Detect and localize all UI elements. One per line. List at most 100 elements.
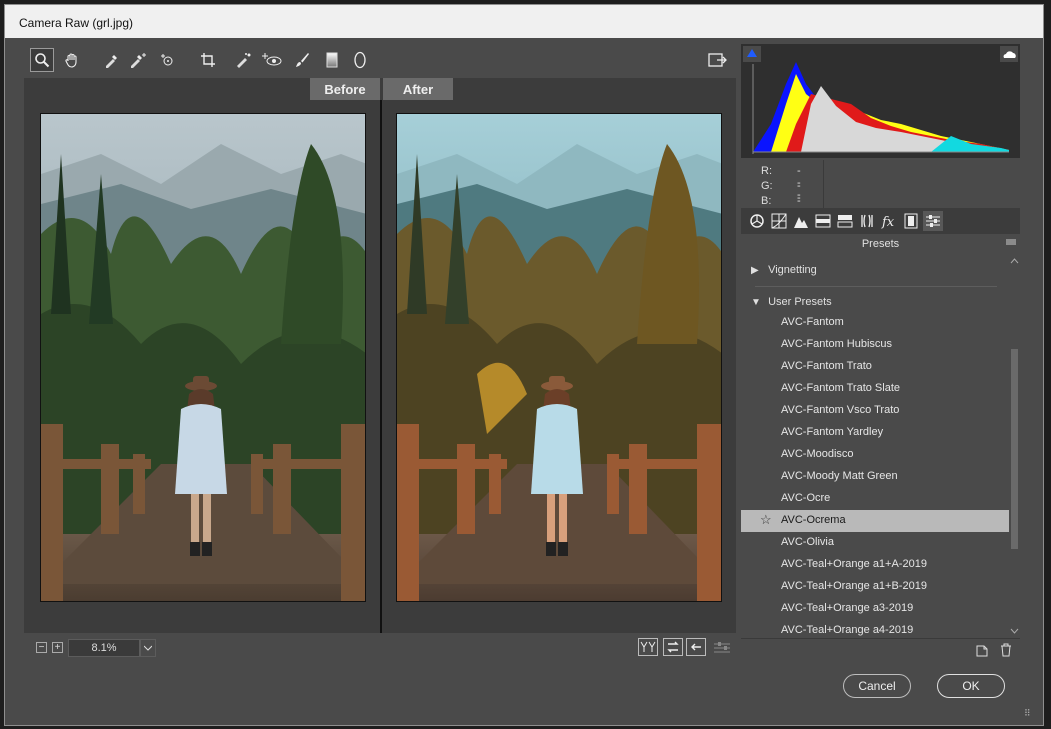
spot-removal-icon[interactable] bbox=[232, 48, 256, 72]
before-photo bbox=[40, 113, 366, 602]
preset-item[interactable]: AVC-Teal+Orange a1+A-2019 bbox=[741, 554, 1009, 576]
trash-icon[interactable] bbox=[999, 643, 1013, 660]
white-balance-icon[interactable] bbox=[100, 48, 124, 72]
effects-icon[interactable]: fx bbox=[879, 211, 899, 231]
preset-label: AVC-Fantom bbox=[781, 316, 844, 328]
preset-item[interactable]: AVC-Ocre bbox=[741, 488, 1009, 510]
swap-settings-button[interactable] bbox=[663, 638, 683, 656]
open-preferences-icon[interactable] bbox=[706, 48, 730, 72]
copy-left-icon bbox=[691, 643, 701, 651]
preset-label: AVC-Moody Matt Green bbox=[781, 470, 898, 482]
chevron-right-icon: ▶ bbox=[751, 265, 759, 276]
preset-label: AVC-Ocre bbox=[781, 492, 831, 504]
radial-filter-icon[interactable] bbox=[348, 48, 372, 72]
new-preset-icon[interactable] bbox=[975, 643, 989, 660]
before-after-icon bbox=[640, 641, 656, 652]
preset-item[interactable]: AVC-Fantom Hubiscus bbox=[741, 334, 1009, 356]
preset-label: AVC-Olivia bbox=[781, 536, 834, 548]
group-user-presets[interactable]: ▼ User Presets bbox=[751, 296, 832, 308]
g-readout: G: --- bbox=[761, 180, 801, 216]
hand-icon[interactable] bbox=[60, 48, 84, 72]
preset-label: AVC-Teal+Orange a4-2019 bbox=[781, 624, 914, 636]
preset-item[interactable]: AVC-Fantom Vsco Trato bbox=[741, 400, 1009, 422]
preset-item[interactable]: AVC-Teal+Orange a1+B-2019 bbox=[741, 576, 1009, 598]
preset-label: AVC-Teal+Orange a3-2019 bbox=[781, 602, 914, 614]
hsl-icon[interactable] bbox=[813, 211, 833, 231]
crop-icon[interactable] bbox=[196, 48, 220, 72]
group-label: Vignetting bbox=[768, 264, 817, 276]
split-toning-icon[interactable] bbox=[835, 211, 855, 231]
presets-icon[interactable] bbox=[923, 211, 943, 231]
r-label: R: bbox=[761, 165, 772, 177]
basic-icon[interactable] bbox=[747, 211, 767, 231]
before-after-views-button[interactable] bbox=[638, 638, 658, 656]
toggle-settings-icon[interactable] bbox=[710, 636, 734, 660]
presets-header: Presets bbox=[741, 235, 1020, 253]
preset-item[interactable]: AVC-Teal+Orange a3-2019 bbox=[741, 598, 1009, 620]
histogram bbox=[741, 44, 1020, 158]
lens-corrections-icon[interactable] bbox=[857, 211, 877, 231]
preset-label: AVC-Teal+Orange a1+B-2019 bbox=[781, 580, 927, 592]
preset-item[interactable]: AVC-Moody Matt Green bbox=[741, 466, 1009, 488]
preset-item-selected[interactable]: ☆ AVC-Ocrema bbox=[741, 510, 1009, 532]
preset-label: AVC-Fantom Vsco Trato bbox=[781, 404, 900, 416]
tone-curve-icon[interactable] bbox=[769, 211, 789, 231]
presets-title: Presets bbox=[861, 238, 900, 250]
preset-item[interactable]: AVC-Fantom Yardley bbox=[741, 422, 1009, 444]
adjustment-brush-icon[interactable] bbox=[290, 48, 314, 72]
swap-icon bbox=[667, 641, 679, 653]
presets-list: ▶ Vignetting ▼ User Presets AVC-Fantom A… bbox=[741, 254, 1020, 638]
panel-menu-icon[interactable] bbox=[1006, 235, 1016, 253]
preset-label: AVC-Fantom Trato bbox=[781, 360, 872, 372]
zoom-dropdown[interactable] bbox=[140, 639, 156, 657]
split-divider bbox=[380, 100, 382, 633]
group-label: User Presets bbox=[768, 296, 832, 308]
graduated-filter-icon[interactable] bbox=[320, 48, 344, 72]
detail-icon[interactable] bbox=[791, 211, 811, 231]
preset-label: AVC-Fantom Hubiscus bbox=[781, 338, 893, 350]
preset-label: AVC-Fantom Trato Slate bbox=[781, 382, 901, 394]
toolbar bbox=[24, 46, 736, 76]
preview-footer: − + 8.1% bbox=[24, 636, 736, 660]
preset-label: AVC-Ocrema bbox=[781, 514, 846, 526]
star-icon[interactable]: ☆ bbox=[760, 512, 772, 528]
preset-item[interactable]: AVC-Teal+Orange a4-2019 bbox=[741, 620, 1009, 638]
chevron-down-icon: ▼ bbox=[751, 297, 761, 308]
scroll-down-icon bbox=[1010, 628, 1019, 634]
panel-tabs: fx bbox=[741, 208, 1020, 234]
preset-item[interactable]: AVC-Fantom bbox=[741, 312, 1009, 334]
preset-label: AVC-Fantom Yardley bbox=[781, 426, 884, 438]
chevron-down-icon bbox=[144, 645, 152, 651]
preset-label: AVC-Teal+Orange a1+A-2019 bbox=[781, 558, 927, 570]
preset-label: AVC-Moodisco bbox=[781, 448, 854, 460]
preset-item[interactable]: AVC-Fantom Trato Slate bbox=[741, 378, 1009, 400]
red-eye-icon[interactable] bbox=[260, 48, 284, 72]
scrollbar-thumb[interactable] bbox=[1011, 349, 1018, 549]
targeted-adjustment-icon[interactable] bbox=[156, 48, 180, 72]
b-label: B: bbox=[761, 195, 772, 207]
preset-item[interactable]: AVC-Olivia bbox=[741, 532, 1009, 554]
cancel-button[interactable]: Cancel bbox=[843, 674, 911, 698]
color-sampler-icon[interactable] bbox=[126, 48, 150, 72]
after-label: After bbox=[383, 78, 453, 100]
title-bar: Camera Raw (grl.jpg) bbox=[5, 5, 1043, 38]
zoom-out-button[interactable]: − bbox=[36, 642, 47, 653]
group-divider bbox=[755, 286, 997, 287]
rgb-divider bbox=[823, 160, 824, 208]
ok-button[interactable]: OK bbox=[937, 674, 1005, 698]
camera-calibration-icon[interactable] bbox=[901, 211, 921, 231]
before-label: Before bbox=[310, 78, 380, 100]
copy-settings-button[interactable] bbox=[686, 638, 706, 656]
zoom-level[interactable]: 8.1% bbox=[68, 639, 140, 657]
preset-item[interactable]: AVC-Fantom Trato bbox=[741, 356, 1009, 378]
scroll-up-icon bbox=[1010, 258, 1019, 264]
rgb-readout: R: --- G: --- B: --- bbox=[741, 160, 1020, 231]
zoom-in-button[interactable]: + bbox=[52, 642, 63, 653]
preset-item[interactable]: AVC-Moodisco bbox=[741, 444, 1009, 466]
resize-grip-icon[interactable]: ⠿ bbox=[1024, 708, 1031, 719]
preview-area: Before After bbox=[24, 78, 736, 633]
group-vignetting[interactable]: ▶ Vignetting bbox=[751, 264, 817, 276]
zoom-icon[interactable] bbox=[30, 48, 54, 72]
presets-footer bbox=[741, 638, 1020, 661]
window-title: Camera Raw (grl.jpg) bbox=[19, 16, 134, 30]
